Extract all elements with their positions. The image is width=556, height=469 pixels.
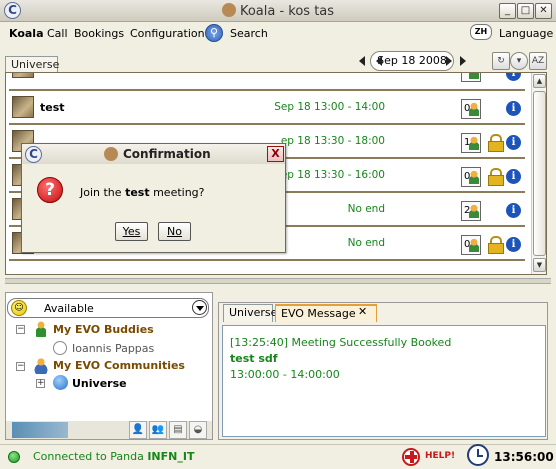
message-line: [13:25:40] Meeting Successfully Booked (230, 336, 452, 349)
scroll-thumb[interactable] (533, 91, 546, 256)
menu-call[interactable]: Call (47, 27, 68, 40)
participants-icon (469, 204, 479, 218)
menu-language[interactable]: Language (499, 27, 553, 40)
sort-az-button[interactable]: AZ (529, 52, 547, 70)
meeting-thumbnail (12, 73, 34, 78)
menu-search[interactable]: Search (230, 27, 268, 40)
prev-day-arrow[interactable] (359, 56, 365, 66)
search-icon[interactable]: ⚲ (205, 24, 223, 42)
window-title: Koala - kos tas (0, 3, 556, 19)
question-icon: ? (37, 177, 63, 203)
info-icon[interactable]: i (506, 101, 521, 116)
status-select[interactable] (7, 298, 209, 318)
menu-bookings[interactable]: Bookings (74, 27, 124, 40)
lock-icon (488, 134, 504, 152)
help-label[interactable]: HELP! (425, 451, 455, 461)
buddy-person-icon (36, 321, 46, 337)
participant-count (461, 73, 481, 82)
chevron-down-icon[interactable] (192, 300, 207, 315)
tree-communities-label[interactable]: My EVO Communities (53, 359, 185, 372)
tree-community-item[interactable]: Universe (72, 377, 127, 390)
participant-count: 2 (461, 201, 481, 221)
date-left-caret[interactable] (376, 56, 382, 66)
tree-expand-toggle[interactable]: + (36, 379, 45, 388)
participant-count: 0 (461, 167, 481, 187)
tree-collapse-toggle[interactable]: − (16, 362, 25, 371)
date-right-caret[interactable] (446, 56, 452, 66)
koala-icon (104, 147, 118, 161)
meeting-time: ep 18 13:30 - 16:00 (280, 169, 385, 181)
meeting-row[interactable] (9, 261, 525, 274)
meeting-row[interactable]: test Sep 18 13:00 - 14:00 0 i (9, 91, 525, 125)
menu-configuration[interactable]: Configuration (130, 27, 205, 40)
current-time: 13:56:00 (494, 450, 554, 464)
filter-icon[interactable]: ▾ (510, 52, 528, 70)
tab-universe[interactable]: Universe (223, 304, 277, 322)
message-line: test sdf (230, 352, 278, 365)
close-button[interactable]: ✕ (535, 3, 552, 19)
maximize-button[interactable]: □ (517, 3, 534, 19)
tree-collapse-toggle[interactable]: − (16, 325, 25, 334)
chat-icon[interactable]: ◒ (189, 421, 207, 439)
app-logo-icon: C (25, 146, 42, 163)
info-icon[interactable]: i (506, 237, 521, 252)
info-icon[interactable]: i (506, 169, 521, 184)
community-icon (34, 358, 48, 374)
people-search-icon[interactable] (12, 422, 68, 438)
meeting-time: Sep 18 13:00 - 14:00 (274, 101, 385, 113)
meeting-thumbnail (12, 96, 34, 118)
minimize-button[interactable]: _ (499, 3, 516, 19)
meeting-time: No end (347, 203, 385, 215)
participant-count: 0 (461, 99, 481, 119)
dialog-message: Join the test meeting? (80, 186, 205, 199)
menu-koala[interactable]: Koala (9, 27, 44, 40)
scroll-down-button[interactable]: ▼ (533, 258, 546, 272)
user-icon[interactable]: 👤 (129, 421, 147, 439)
refresh-icon[interactable]: ↻ (492, 52, 510, 70)
meeting-row[interactable]: i (9, 73, 525, 91)
participants-icon (469, 170, 479, 184)
meeting-time: ep 18 13:30 - 18:00 (280, 135, 385, 147)
koala-icon (221, 3, 236, 17)
meeting-name: test (40, 101, 65, 114)
info-icon[interactable]: i (506, 73, 521, 81)
message-line: 13:00:00 - 14:00:00 (230, 368, 340, 381)
pane-splitter[interactable] (5, 278, 551, 284)
lock-icon (488, 168, 504, 186)
participants-icon (469, 73, 479, 79)
next-day-arrow[interactable] (460, 56, 466, 66)
document-icon[interactable]: ▤ (169, 421, 187, 439)
connection-status-icon (8, 451, 20, 463)
tree-buddy-item[interactable]: Ioannis Pappas (72, 342, 154, 355)
info-icon[interactable]: i (506, 135, 521, 150)
dialog-title: Confirmation (123, 147, 211, 161)
status-value: Available (44, 302, 94, 315)
dialog-close-icon[interactable]: X (267, 146, 284, 162)
yes-button[interactable]: Yes (115, 222, 148, 241)
meeting-time: No end (347, 237, 385, 249)
language-icon[interactable]: ZH (470, 24, 492, 40)
participant-count: 1 (461, 133, 481, 153)
tab-close-icon[interactable]: ✕ (358, 305, 367, 318)
tab-universe-top[interactable]: Universe (5, 56, 59, 72)
help-icon[interactable] (402, 448, 420, 466)
offline-user-icon (53, 341, 67, 355)
participants-icon (469, 238, 479, 252)
globe-icon (53, 375, 68, 390)
list-scrollbar[interactable]: ▲ ▼ (531, 73, 546, 274)
no-button[interactable]: No (158, 222, 191, 241)
participants-icon (469, 136, 479, 150)
participant-count: 0 (461, 235, 481, 255)
tree-buddies-label[interactable]: My EVO Buddies (53, 323, 154, 336)
contacts-icon[interactable]: 👥 (149, 421, 167, 439)
participants-icon (469, 102, 479, 116)
info-icon[interactable]: i (506, 203, 521, 218)
smiley-icon: ☺ (11, 300, 27, 316)
scroll-up-button[interactable]: ▲ (533, 74, 546, 88)
date-selector[interactable]: Sep 18 2008 (370, 51, 454, 71)
connection-status: Connected to Panda INFN_IT (33, 450, 195, 463)
clock-icon (467, 444, 489, 466)
lock-icon (488, 236, 504, 254)
message-log[interactable]: [13:25:40] Meeting Successfully Booked t… (222, 325, 546, 437)
